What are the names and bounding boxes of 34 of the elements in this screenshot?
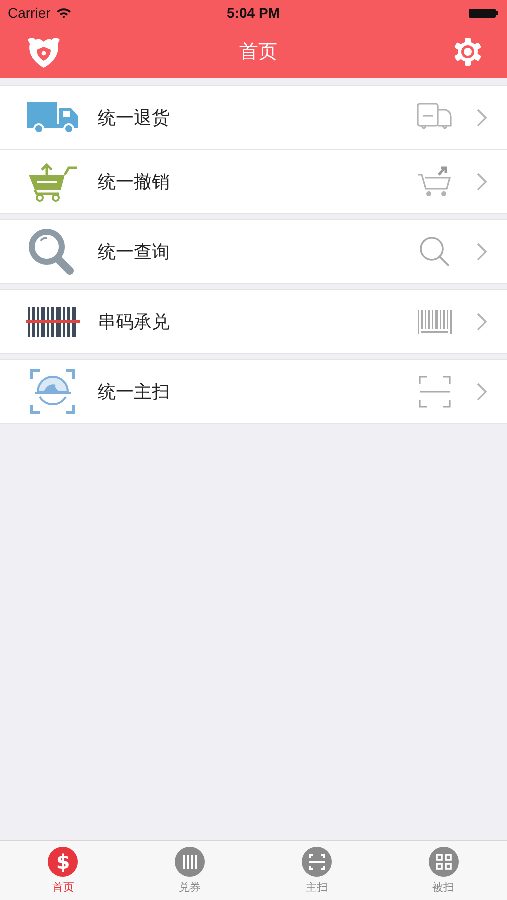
row-label: 统一主扫 [98,380,171,404]
chevron-right-icon [477,312,487,330]
chevron-right-icon [477,242,487,260]
row-label: 统一撤销 [98,170,171,194]
chevron-right-icon [477,108,487,126]
wifi-icon [56,7,72,19]
menu-row[interactable]: 串码承兑 [0,290,507,353]
battery-icon [468,8,499,18]
page-title: 首页 [240,40,278,65]
barcode-icon [417,308,453,334]
tab-item[interactable]: $ 首页 [0,841,127,900]
scan-circle-icon [302,846,332,876]
status-time: 5:04 PM [227,5,280,21]
cart-icon [417,164,453,198]
carrier-name: Carrier [8,5,51,21]
menu-row[interactable]: 统一退货 [0,86,507,149]
menu-row[interactable]: 统一主扫 [0,360,507,423]
menu-row[interactable]: 统一查询 [0,220,507,283]
settings-icon[interactable] [453,37,483,67]
row-label: 串码承兑 [98,310,171,334]
scan-frame-icon [30,368,76,414]
truck-icon [27,102,79,134]
scan-icon [419,376,451,408]
row-label: 统一退货 [98,106,171,130]
chevron-right-icon [477,172,487,190]
qr-circle-icon [428,846,459,876]
barcode-circle-icon [175,846,206,876]
chevron-right-icon [477,382,487,400]
search-icon [418,234,452,268]
cart-icon [27,162,79,202]
row-label: 统一查询 [98,240,171,264]
menu-row[interactable]: 统一撤销 [0,149,507,213]
barcode-icon [26,306,80,336]
dollar-icon: $ [48,846,78,876]
